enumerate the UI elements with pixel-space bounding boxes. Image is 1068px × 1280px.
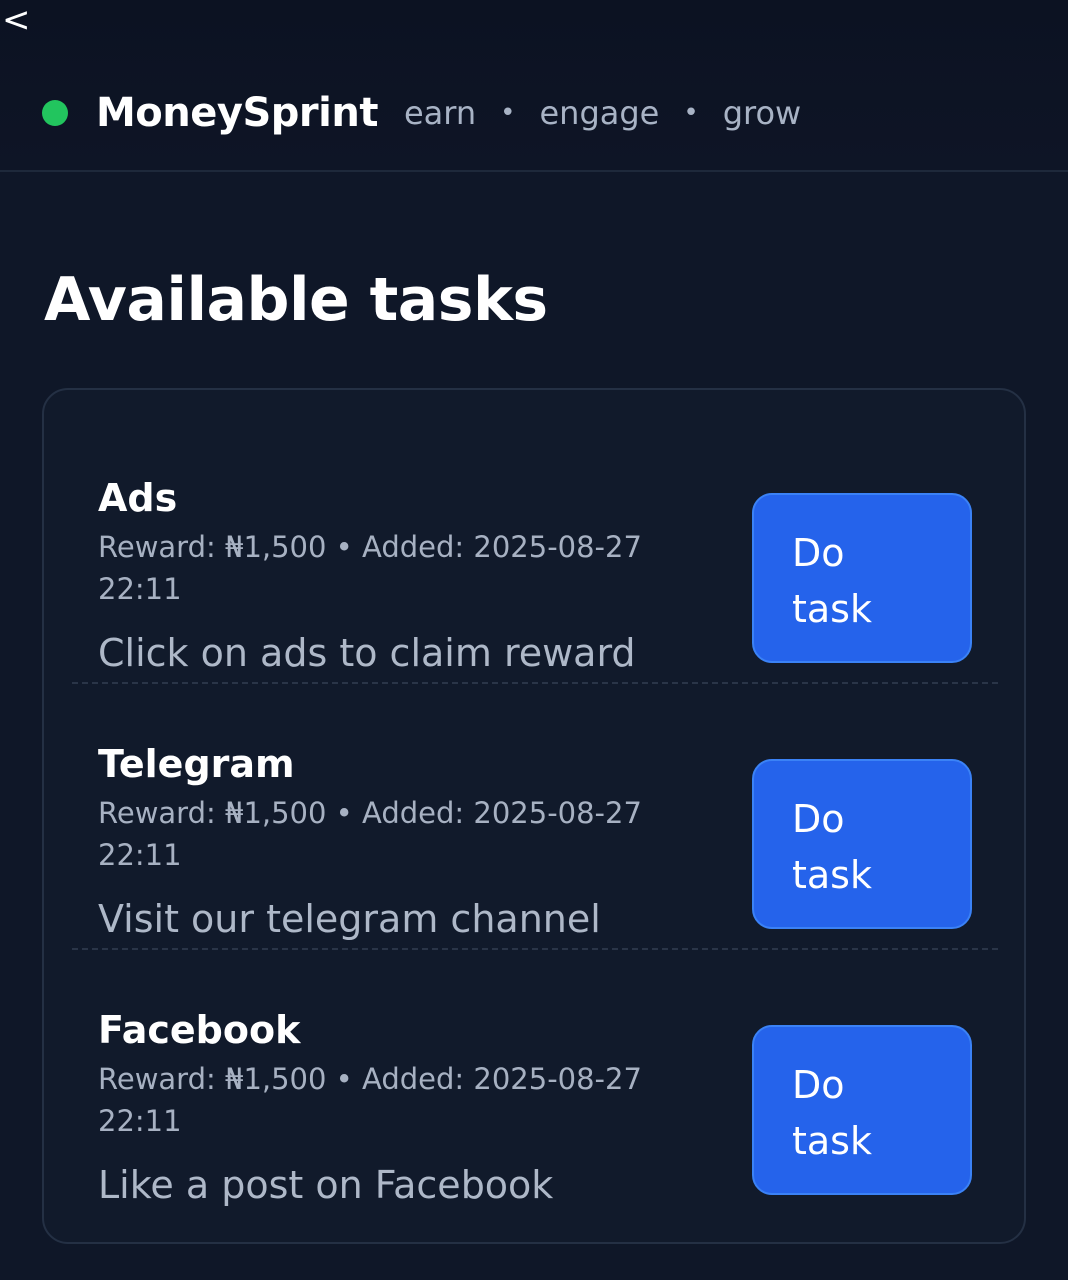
task-item-ads: Ads Reward: ₦1,500 • Added: 2025-08-27 2… [72,418,998,684]
tagline-engage: engage [539,94,660,132]
back-button[interactable]: < [2,0,31,40]
tagline-grow: grow [722,94,802,132]
task-meta: Reward: ₦1,500 • Added: 2025-08-27 22:11 [98,1062,642,1138]
brand-row: MoneySprint earn • engage • grow [42,88,801,138]
task-name: Ads [98,476,178,520]
task-description: Visit our telegram channel [98,897,601,941]
tagline-separator: • [683,98,699,128]
task-name: Telegram [98,742,295,786]
status-dot-icon [42,100,68,126]
task-list-card: Ads Reward: ₦1,500 • Added: 2025-08-27 2… [42,388,1026,1244]
task-meta: Reward: ₦1,500 • Added: 2025-08-27 22:11 [98,530,642,606]
do-task-button-ads[interactable]: Do task [752,493,972,663]
tagline-earn: earn [403,94,477,132]
do-task-button-telegram[interactable]: Do task [752,759,972,929]
do-task-button-facebook[interactable]: Do task [752,1025,972,1195]
task-item-facebook: Facebook Reward: ₦1,500 • Added: 2025-08… [72,950,998,1216]
tagline-separator: • [500,98,516,128]
top-bar: < MoneySprint earn • engage • grow [0,0,1068,172]
task-description: Click on ads to claim reward [98,631,636,675]
brand-name: MoneySprint [96,90,378,136]
tagline: earn • engage • grow [404,94,801,132]
task-description: Like a post on Facebook [98,1163,554,1207]
task-meta: Reward: ₦1,500 • Added: 2025-08-27 22:11 [98,796,642,872]
task-name: Facebook [98,1008,301,1052]
task-item-telegram: Telegram Reward: ₦1,500 • Added: 2025-08… [72,684,998,950]
page-title: Available tasks [44,265,548,335]
